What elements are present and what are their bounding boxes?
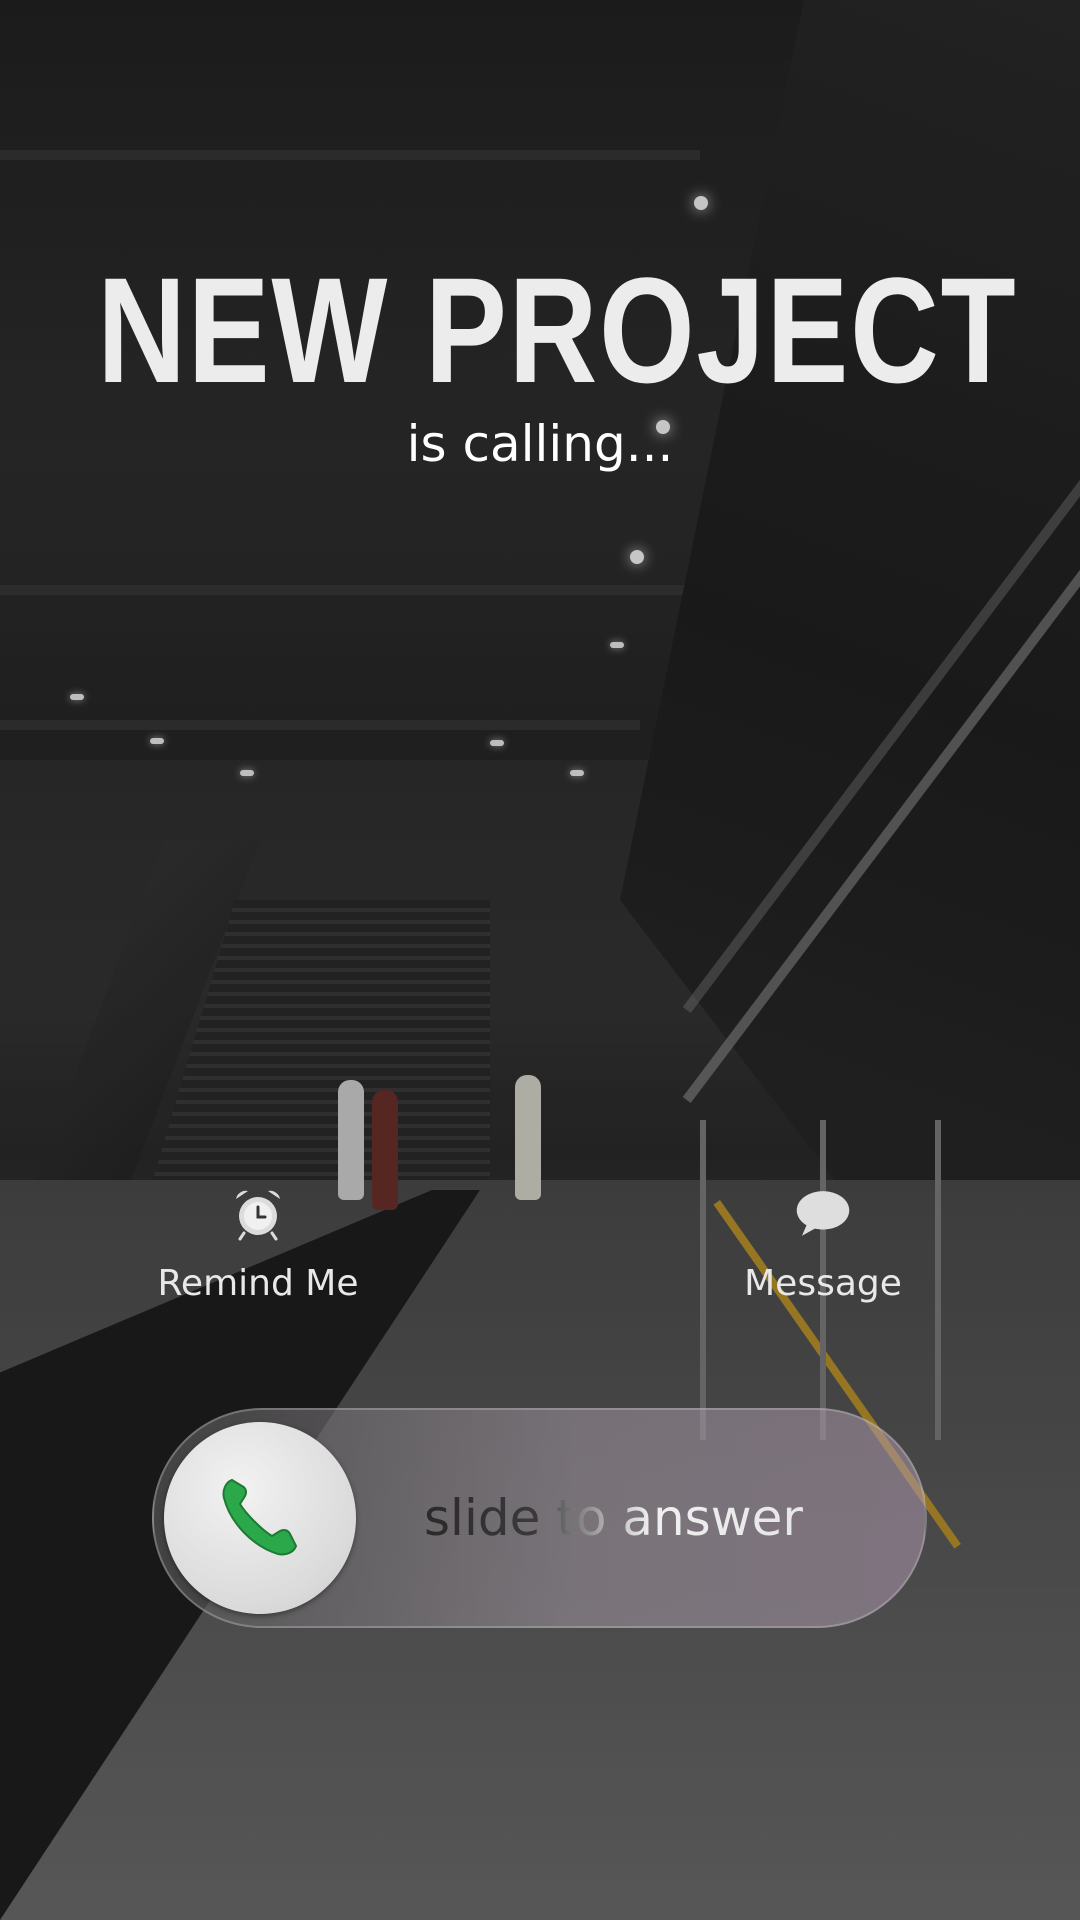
phone-icon	[210, 1466, 310, 1570]
alarm-clock-icon	[230, 1185, 286, 1241]
remind-me-button[interactable]: Remind Me	[128, 1185, 388, 1304]
slide-to-answer-track[interactable]: slide to answer	[152, 1408, 927, 1628]
remind-me-label: Remind Me	[157, 1263, 359, 1304]
call-status: is calling...	[406, 415, 674, 473]
slide-to-answer-label: slide to answer	[424, 1410, 803, 1626]
message-label: Message	[744, 1263, 902, 1304]
caller-name: NEW PROJECT	[97, 246, 1018, 414]
answer-slider-knob[interactable]	[164, 1422, 356, 1614]
message-button[interactable]: Message	[693, 1185, 953, 1304]
speech-bubble-icon	[795, 1185, 851, 1241]
